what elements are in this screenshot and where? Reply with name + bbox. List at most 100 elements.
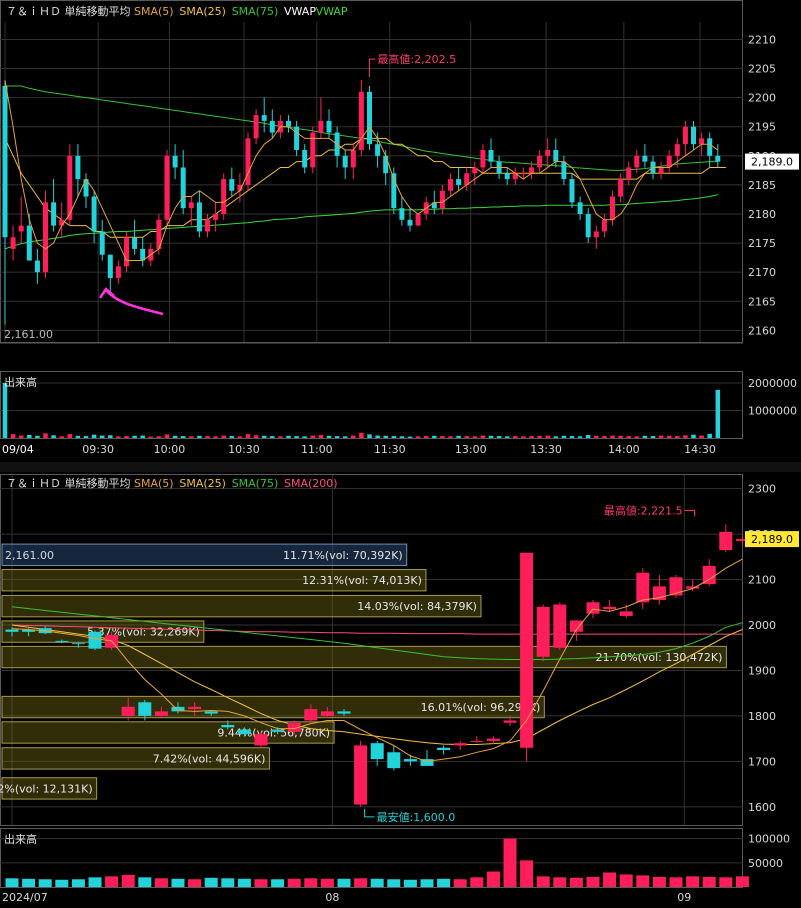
intraday-candle-body bbox=[350, 150, 356, 168]
intraday-volume-volume-bar bbox=[367, 434, 372, 438]
daily-candle-body bbox=[453, 743, 467, 746]
intraday-candle-body bbox=[205, 219, 210, 232]
daily-volume-volume-bar bbox=[420, 879, 434, 887]
intraday-candle-body bbox=[529, 167, 534, 174]
daily-candle-body bbox=[304, 709, 318, 721]
daily-candle-body bbox=[188, 706, 202, 710]
daily-volume-volume-bar bbox=[38, 879, 52, 887]
intraday-volume-volume-bar bbox=[116, 436, 121, 438]
intraday-x-tick-label: 10:00 bbox=[154, 443, 186, 456]
daily-volume-volume-bar bbox=[719, 877, 733, 887]
intraday-sma25-line bbox=[4, 137, 726, 238]
daily-candle-body bbox=[403, 759, 417, 762]
daily-volume-volume-bar bbox=[71, 879, 85, 887]
daily-volume-y-tick-label: 100000 bbox=[748, 833, 790, 846]
intraday-volume-volume-bar bbox=[407, 436, 413, 438]
intraday-volume-volume-bar bbox=[156, 436, 162, 438]
daily-volume-volume-bar bbox=[287, 878, 301, 887]
intraday-candle-body bbox=[261, 115, 267, 121]
daily-volume-volume-bar bbox=[171, 878, 185, 887]
intraday-x-tick-label: 09:30 bbox=[82, 443, 114, 456]
daily-volume-volume-bar bbox=[271, 879, 285, 887]
intraday-candle-body bbox=[407, 219, 413, 226]
daily-x-tick-label: 2024/07 bbox=[2, 891, 48, 904]
intraday-volume-volume-bar bbox=[691, 434, 696, 438]
intraday-volume-volume-bar bbox=[326, 435, 332, 438]
daily-legend-item: SMA(75) bbox=[232, 477, 279, 490]
intraday-volume-volume-bar bbox=[610, 435, 615, 438]
intraday-volume-volume-bar bbox=[545, 435, 550, 438]
intraday-volume-volume-bar bbox=[642, 435, 648, 438]
intraday-candle-body bbox=[302, 150, 308, 168]
intraday-volume-title: 出来高 bbox=[4, 375, 37, 389]
intraday-candle-body bbox=[26, 225, 32, 261]
intraday-volume-volume-bar bbox=[342, 436, 348, 438]
intraday-volume-volume-bar bbox=[529, 436, 534, 438]
intraday-volume-volume-bar bbox=[124, 436, 129, 438]
intraday-candle-body bbox=[674, 144, 680, 156]
intraday-candle-body bbox=[610, 196, 615, 220]
intraday-candle-body bbox=[34, 260, 40, 273]
intraday-volume-volume-bar bbox=[108, 435, 113, 438]
daily-volume-volume-bar bbox=[553, 877, 567, 887]
intraday-volume-volume-bar bbox=[213, 436, 218, 438]
daily-volume-profile-label: 7.42%(vol: 44,596K) bbox=[153, 752, 266, 765]
intraday-volume-volume-bar bbox=[237, 436, 243, 438]
intraday-candle-body bbox=[18, 225, 24, 232]
intraday-volume-volume-bar bbox=[75, 435, 81, 438]
daily-legend-item: SMA(25) bbox=[179, 477, 226, 490]
intraday-volume-volume-bar bbox=[488, 435, 494, 438]
intraday-volume-volume-bar bbox=[59, 436, 64, 438]
intraday-volume-volume-bar bbox=[253, 435, 259, 438]
intraday-volume-volume-bar bbox=[67, 434, 73, 438]
intraday-candle-body bbox=[545, 150, 551, 156]
intraday-x-tick-label: 09/04 bbox=[2, 443, 34, 456]
daily-x-tick-label: 08 bbox=[325, 891, 339, 904]
daily-candle-body bbox=[520, 552, 534, 748]
daily-volume-volume-bar bbox=[105, 876, 119, 887]
daily-y-tick-label: 2000 bbox=[748, 619, 776, 632]
intraday-legend-item: SMA(5) bbox=[134, 5, 174, 18]
daily-candle-body bbox=[719, 531, 733, 550]
intraday-candle-body bbox=[448, 179, 453, 191]
intraday-y-tick-label: 2170 bbox=[748, 266, 776, 279]
chart-canvas: 2160216521702175218021852190219522002205… bbox=[0, 0, 801, 904]
daily-candle-body bbox=[154, 711, 168, 716]
daily-volume-volume-bar bbox=[138, 877, 152, 887]
daily-volume-profile-price: 2,161.00 bbox=[5, 549, 54, 562]
intraday-volume-volume-bar bbox=[423, 436, 429, 438]
daily-volume-volume-bar bbox=[337, 878, 351, 887]
intraday-volume-volume-bar bbox=[35, 435, 40, 438]
intraday-volume-volume-bar bbox=[334, 436, 340, 438]
intraday-volume-volume-bar bbox=[383, 435, 388, 438]
intraday-volume-volume-bar bbox=[537, 435, 542, 438]
daily-volume-profile-label: 11.71%(vol: 70,392K) bbox=[283, 549, 403, 562]
intraday-x-tick-label: 11:00 bbox=[301, 443, 333, 456]
intraday-volume-volume-bar bbox=[464, 436, 469, 438]
daily-candle-body bbox=[254, 734, 268, 746]
daily-volume-profile-label: 2.02%(vol: 12,131K) bbox=[0, 782, 93, 795]
daily-legend-item: SMA(5) bbox=[134, 477, 174, 490]
intraday-volume-volume-bar bbox=[432, 435, 437, 438]
intraday-volume-volume-bar bbox=[91, 434, 97, 438]
intraday-candle-body bbox=[537, 155, 543, 168]
intraday-candle-body bbox=[310, 132, 316, 168]
intraday-volume-volume-bar bbox=[189, 436, 194, 438]
intraday-volume-volume-bar bbox=[675, 436, 680, 438]
intraday-volume-volume-bar bbox=[561, 435, 567, 438]
intraday-legend-item: SMA(75) bbox=[232, 5, 279, 18]
intraday-volume-volume-bar bbox=[683, 435, 688, 438]
intraday-volume-volume-bar bbox=[504, 436, 510, 438]
intraday-volume-volume-bar bbox=[278, 436, 283, 438]
intraday-volume-volume-bar bbox=[658, 435, 664, 438]
intraday-volume-volume-bar bbox=[496, 436, 502, 438]
daily-candle-body bbox=[619, 611, 633, 616]
daily-volume-title: 出来高 bbox=[4, 832, 37, 846]
intraday-candle-body bbox=[51, 202, 57, 226]
intraday-volume-y-tick-label: 2000000 bbox=[748, 377, 797, 390]
daily-volume-volume-bar bbox=[536, 876, 550, 887]
daily-candle-body bbox=[702, 565, 716, 585]
intraday-volume-volume-bar bbox=[521, 436, 526, 438]
intraday-y-tick-label: 2185 bbox=[748, 179, 776, 192]
daily-low-marker bbox=[364, 808, 375, 818]
